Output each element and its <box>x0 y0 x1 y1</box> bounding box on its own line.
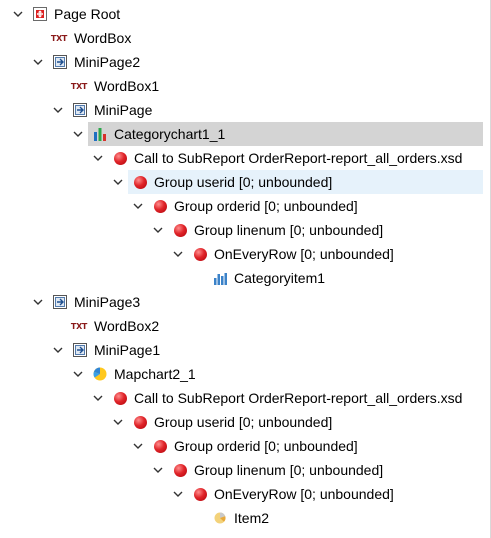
txt-icon: TXT <box>70 321 88 331</box>
chevron-down-icon[interactable] <box>70 366 86 382</box>
red-ball-icon <box>172 222 188 238</box>
tree-item-label: MiniPage2 <box>74 54 141 70</box>
red-ball-icon <box>152 198 168 214</box>
tree-item-oneveryrow[interactable]: OnEveryRow [0; unbounded] <box>0 242 490 266</box>
red-ball-icon <box>172 462 188 478</box>
red-ball-icon <box>152 438 168 454</box>
red-ball-icon <box>132 174 148 190</box>
tree-item-minipage3[interactable]: MiniPage3 <box>0 290 490 314</box>
tree-item-group-userid[interactable]: Group userid [0; unbounded] <box>0 410 490 434</box>
tree-item-group-userid[interactable]: Group userid [0; unbounded] <box>0 170 490 194</box>
tree-item-label: WordBox <box>74 30 132 46</box>
minipage-icon <box>52 54 68 70</box>
outline-tree: Page Root TXT WordBox MiniPage2 TXT Word… <box>0 0 491 538</box>
map-chart-icon <box>92 366 108 382</box>
tree-item-page-root[interactable]: Page Root <box>0 2 490 26</box>
tree-item-mapchart2-1[interactable]: Mapchart2_1 <box>0 362 490 386</box>
chevron-down-icon[interactable] <box>90 390 106 406</box>
chevron-down-icon[interactable] <box>30 294 46 310</box>
tree-item-group-orderid[interactable]: Group orderid [0; unbounded] <box>0 194 490 218</box>
tree-item-label: WordBox2 <box>94 318 160 334</box>
minipage-icon <box>72 102 88 118</box>
pie-item-icon <box>212 510 228 526</box>
tree-item-categoryitem1[interactable]: Categoryitem1 <box>0 266 490 290</box>
chevron-down-icon[interactable] <box>110 174 126 190</box>
page-root-icon <box>32 6 48 22</box>
bar-chart-icon <box>92 126 108 142</box>
chevron-down-icon[interactable] <box>170 246 186 262</box>
tree-item-minipage1[interactable]: MiniPage1 <box>0 338 490 362</box>
chevron-down-icon[interactable] <box>90 150 106 166</box>
tree-item-label: OnEveryRow [0; unbounded] <box>214 486 394 502</box>
minipage-icon <box>72 342 88 358</box>
tree-item-label: Group orderid [0; unbounded] <box>174 198 358 214</box>
tree-item-label: Call to SubReport OrderReport-report_all… <box>134 390 463 406</box>
chevron-down-icon[interactable] <box>10 6 26 22</box>
tree-item-label: Group userid [0; unbounded] <box>154 174 333 190</box>
tree-item-label: OnEveryRow [0; unbounded] <box>214 246 394 262</box>
chevron-down-icon[interactable] <box>70 126 86 142</box>
txt-icon: TXT <box>70 81 88 91</box>
tree-item-label: Group linenum [0; unbounded] <box>194 462 384 478</box>
tree-item-group-orderid[interactable]: Group orderid [0; unbounded] <box>0 434 490 458</box>
tree-item-label: WordBox1 <box>94 78 160 94</box>
chevron-down-icon[interactable] <box>170 486 186 502</box>
tree-item-label: MiniPage1 <box>94 342 161 358</box>
chevron-down-icon[interactable] <box>150 222 166 238</box>
tree-item-label: Call to SubReport OrderReport-report_all… <box>134 150 463 166</box>
red-ball-icon <box>112 390 128 406</box>
tree-item-wordbox[interactable]: TXT WordBox <box>0 26 490 50</box>
red-ball-icon <box>112 150 128 166</box>
tree-item-label: Categorychart1_1 <box>114 126 226 142</box>
tree-item-label: Group orderid [0; unbounded] <box>174 438 358 454</box>
tree-item-categorychart1-1-content[interactable]: Categorychart1_1 <box>0 122 490 146</box>
tree-item-item2[interactable]: Item2 <box>0 506 490 530</box>
chevron-down-icon[interactable] <box>110 414 126 430</box>
tree-item-label: Group userid [0; unbounded] <box>154 414 333 430</box>
tree-item-call-subreport[interactable]: Call to SubReport OrderReport-report_all… <box>0 146 490 170</box>
tree-item-wordbox1[interactable]: TXT WordBox1 <box>0 74 490 98</box>
tree-item-label: Categoryitem1 <box>234 270 326 286</box>
tree-item-label: MiniPage <box>94 102 153 118</box>
tree-item-group-linenum[interactable]: Group linenum [0; unbounded] <box>0 218 490 242</box>
chevron-down-icon[interactable] <box>30 54 46 70</box>
chevron-down-icon[interactable] <box>130 438 146 454</box>
chevron-down-icon[interactable] <box>50 102 66 118</box>
tree-item-group-linenum[interactable]: Group linenum [0; unbounded] <box>0 458 490 482</box>
tree-item-label: Mapchart2_1 <box>114 366 196 382</box>
tree-item-minipage[interactable]: MiniPage <box>0 98 490 122</box>
tree-item-label: Group linenum [0; unbounded] <box>194 222 384 238</box>
chevron-down-icon[interactable] <box>50 342 66 358</box>
tree-item-label: Item2 <box>234 510 270 526</box>
tree-item-label: MiniPage3 <box>74 294 141 310</box>
red-ball-icon <box>132 414 148 430</box>
tree-item-minipage2[interactable]: MiniPage2 <box>0 50 490 74</box>
txt-icon: TXT <box>50 33 68 43</box>
red-ball-icon <box>192 246 208 262</box>
tree-item-label: Page Root <box>54 6 121 22</box>
bar-chart-small-icon <box>212 270 228 286</box>
chevron-down-icon[interactable] <box>130 198 146 214</box>
red-ball-icon <box>192 486 208 502</box>
tree-item-wordbox2[interactable]: TXT WordBox2 <box>0 314 490 338</box>
minipage-icon <box>52 294 68 310</box>
tree-item-oneveryrow[interactable]: OnEveryRow [0; unbounded] <box>0 482 490 506</box>
chevron-down-icon[interactable] <box>150 462 166 478</box>
tree-item-call-subreport[interactable]: Call to SubReport OrderReport-report_all… <box>0 386 490 410</box>
